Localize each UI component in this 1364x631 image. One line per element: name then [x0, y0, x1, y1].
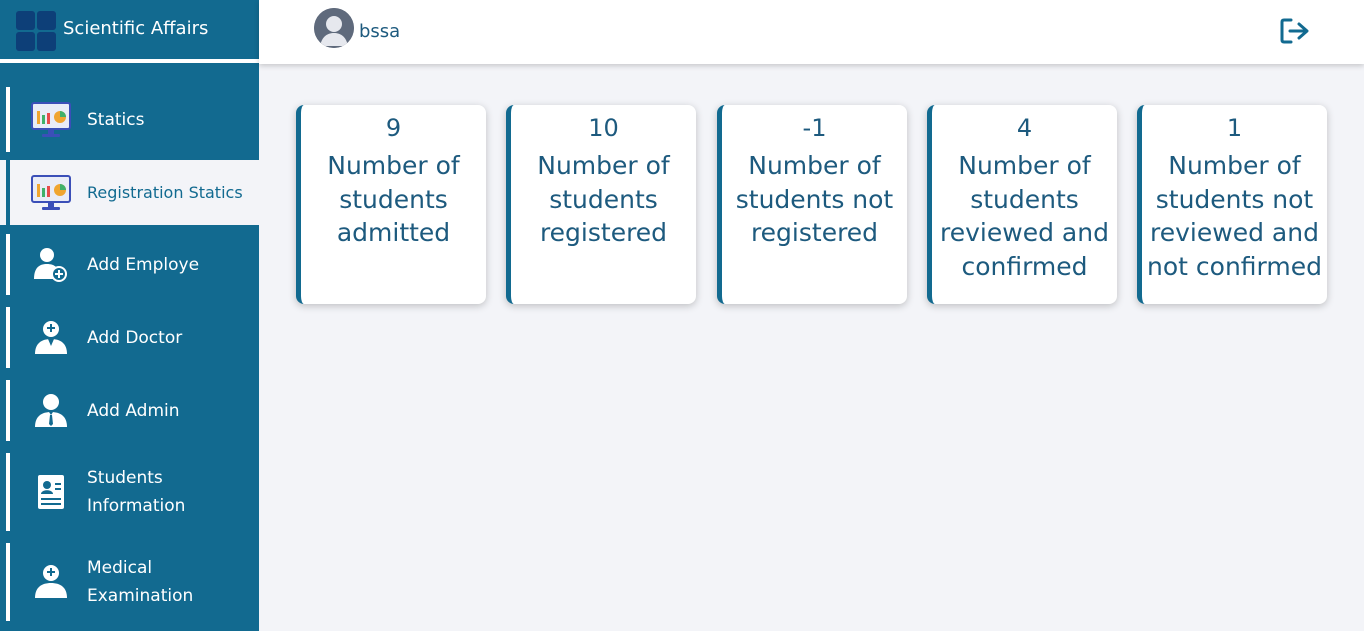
sidebar-item-label: Statics [87, 109, 145, 130]
chart-monitor-icon [30, 173, 72, 213]
stat-label: Number of students not registered [735, 151, 894, 247]
stat-value: -1 [802, 114, 827, 142]
stat-value: 4 [1016, 114, 1033, 142]
stat-label: Number of students registered [537, 151, 670, 247]
top-header: bssa [259, 0, 1364, 64]
id-card-icon [30, 472, 72, 512]
sidebar-item-label: Students Information [87, 468, 186, 516]
sidebar-item-medical-examination[interactable]: Medical Examination [0, 543, 259, 621]
stat-card-admitted: 9 Number of students admitted [296, 105, 486, 304]
sidebar-item-add-employe[interactable]: Add Employe [0, 234, 259, 295]
stat-label: Number of students not reviewed and not … [1147, 151, 1322, 281]
admin-user-icon [30, 391, 72, 431]
sidebar-item-label: Add Doctor [87, 327, 183, 348]
avatar[interactable] [314, 8, 354, 48]
stat-card-not-registered: -1 Number of students not registered [717, 105, 907, 304]
username: bssa [359, 21, 401, 42]
chart-monitor-icon [30, 100, 72, 140]
sidebar-item-label: Add Admin [87, 400, 180, 421]
brand-bar: Scientific Affairs [0, 0, 259, 59]
sidebar-item-students-information[interactable]: Students Information [0, 453, 259, 531]
sidebar-item-add-doctor[interactable]: Add Doctor [0, 307, 259, 368]
medical-user-icon [30, 562, 72, 602]
sidebar: Scientific Affairs Statics Registration … [0, 0, 259, 631]
sidebar-item-label: Registration Statics [87, 182, 243, 202]
stat-value: 1 [1226, 114, 1243, 142]
sidebar-item-statics[interactable]: Statics [0, 87, 259, 152]
stat-value: 10 [588, 114, 619, 142]
sidebar-item-add-admin[interactable]: Add Admin [0, 380, 259, 441]
stat-card-registered: 10 Number of students registered [506, 105, 696, 304]
stat-card-not-reviewed-not-confirmed: 1 Number of students not reviewed and no… [1137, 105, 1327, 304]
logout-button[interactable] [1279, 17, 1311, 45]
sidebar-item-label: Medical Examination [87, 558, 194, 606]
add-user-icon [30, 245, 72, 285]
doctor-icon [30, 318, 72, 358]
user-avatar-icon [314, 8, 354, 48]
sidebar-item-registration-statics[interactable]: Registration Statics [0, 160, 259, 225]
app-logo-icon [16, 11, 56, 51]
stat-label: Number of students reviewed and confirme… [940, 151, 1109, 281]
stat-value: 9 [385, 114, 402, 142]
logout-icon [1280, 18, 1309, 44]
stat-card-reviewed-confirmed: 4 Number of students reviewed and confir… [927, 105, 1117, 304]
sidebar-item-label: Add Employe [87, 254, 200, 275]
stat-label: Number of students admitted [327, 151, 460, 247]
app-title: Scientific Affairs [63, 18, 209, 39]
